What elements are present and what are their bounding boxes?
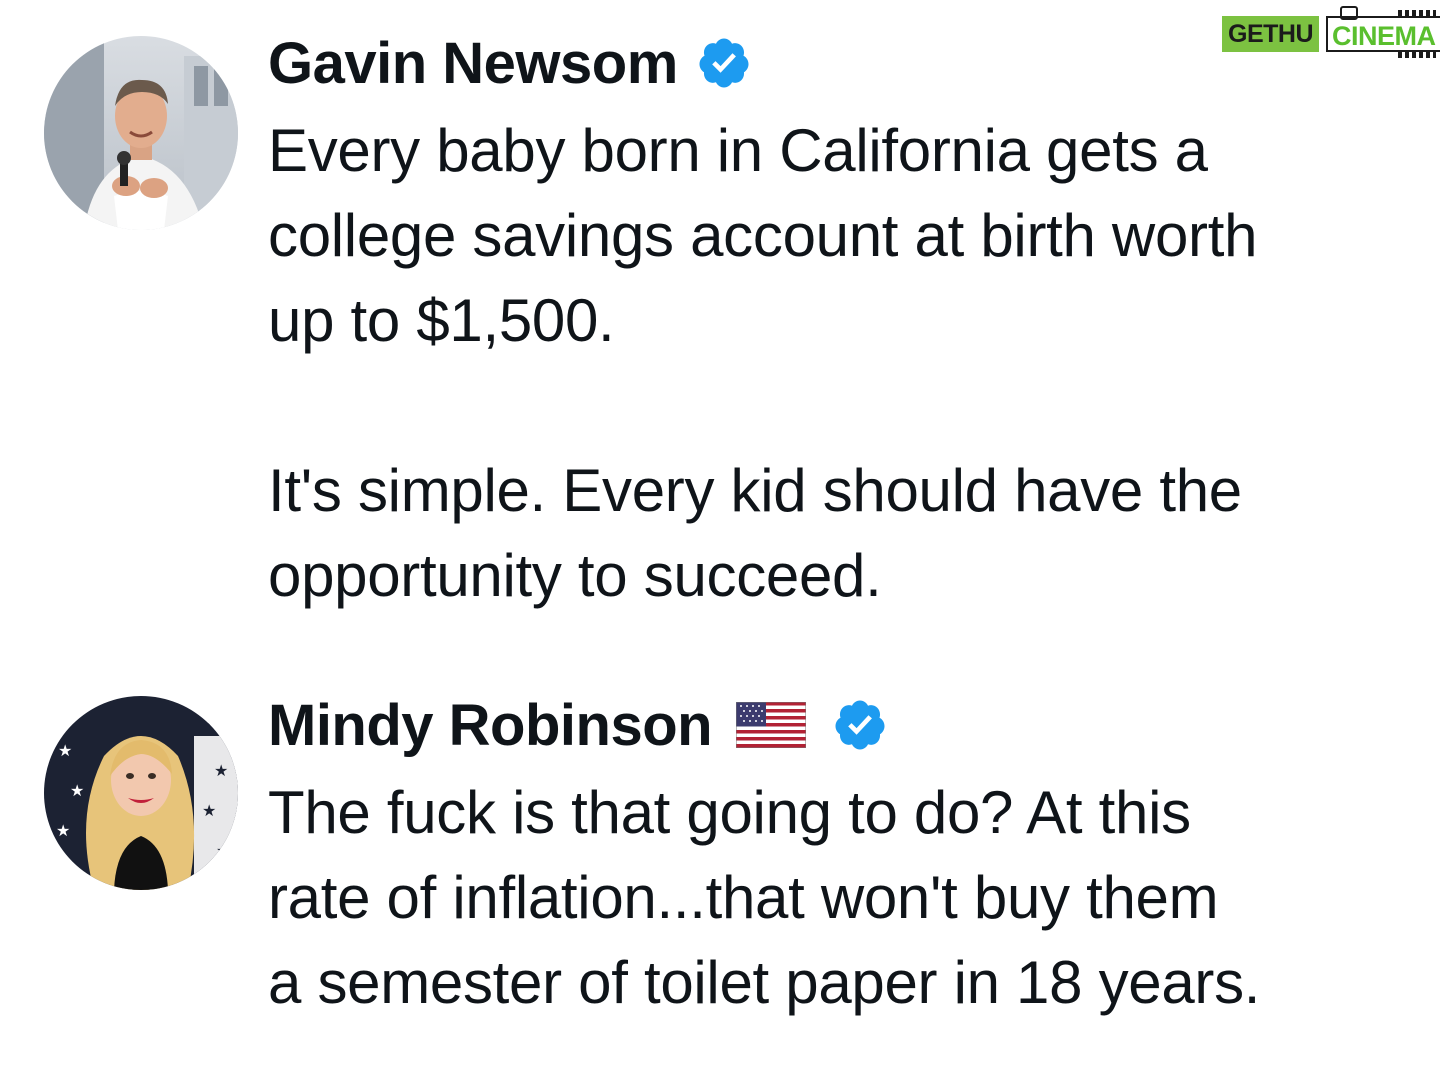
film-strip-icon [1398,10,1436,16]
avatar-image [44,36,238,230]
avatar[interactable] [44,36,238,230]
tweet-text-line: a semester of toilet paper in 18 years. [268,949,1261,1016]
svg-text:★: ★ [204,711,218,730]
svg-text:★: ★ [202,801,216,820]
tweet-text-line: up to $1,500. [268,287,615,354]
tweet-text-line: college savings account at birth worth [268,202,1258,269]
us-flag-icon [736,702,807,748]
tweet-content: Mindy Robinson The fuck is that going to… [268,680,1418,1025]
svg-text:★: ★ [56,821,70,840]
tweet-text: Every baby born in California gets a col… [268,108,1418,618]
tweet-text-line: Every baby born in California gets a [268,117,1208,184]
tweet-text-line: rate of inflation...that won't buy them [268,864,1219,931]
tweet-header: Mindy Robinson [268,680,1418,770]
svg-text:★: ★ [70,781,84,800]
tweet-header: Gavin Newsom [268,18,1418,108]
avatar[interactable]: ★ ★ ★ ★ ★ ★ ★ [44,696,238,890]
avatar-image: ★ ★ ★ ★ ★ ★ ★ [44,696,238,890]
author-name[interactable]: Gavin Newsom [268,30,678,97]
svg-text:★: ★ [216,841,230,860]
verified-badge-icon [835,700,885,750]
tweet-text-line: opportunity to succeed. [268,542,882,609]
svg-text:★: ★ [214,761,228,780]
tweet-text-line: The fuck is that going to do? At this [268,779,1191,846]
tweet-text: The fuck is that going to do? At this ra… [268,770,1418,1025]
svg-text:★: ★ [58,741,72,760]
verified-badge-icon [699,38,749,88]
tweet-text-line: It's simple. Every kid should have the [268,457,1242,524]
author-name[interactable]: Mindy Robinson [268,692,713,759]
tweet-content: Gavin Newsom Every baby born in Californ… [268,18,1418,618]
